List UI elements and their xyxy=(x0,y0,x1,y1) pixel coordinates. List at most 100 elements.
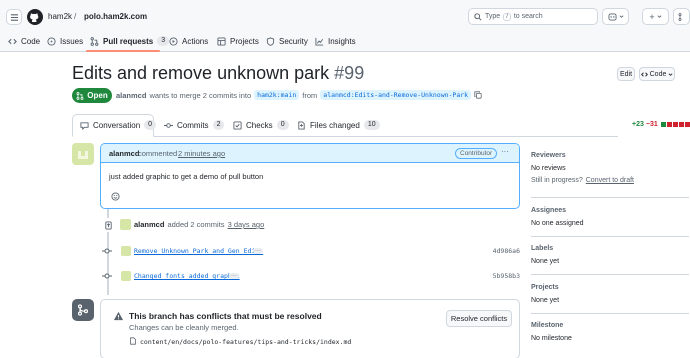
copy-icon[interactable] xyxy=(474,91,482,99)
comment-card: alanmcd commented 2 minutes ago Contribu… xyxy=(100,143,520,209)
commit-expand-button[interactable]: ··· xyxy=(253,248,263,254)
tab-insights[interactable]: Insights xyxy=(315,34,356,48)
hamburger-icon xyxy=(10,13,18,21)
pr-tab-conversation[interactable]: Conversation 0 xyxy=(80,120,157,130)
tab-label: Projects xyxy=(230,36,259,46)
comment-author[interactable]: alanmcd xyxy=(109,149,139,158)
avatar[interactable] xyxy=(121,246,131,256)
merge-text: wants to merge 2 commits into xyxy=(149,90,252,100)
checklist-icon xyxy=(233,120,242,130)
pr-tab-counter: 2 xyxy=(212,120,225,130)
search-suffix: to search xyxy=(513,13,543,20)
merge-subtitle: Changes can be cleanly merged. xyxy=(129,323,239,332)
convert-to-draft-link[interactable]: Convert to draft xyxy=(586,177,634,184)
tab-projects[interactable]: Projects xyxy=(217,34,259,48)
menu-button[interactable] xyxy=(6,9,22,25)
commit-sha[interactable]: 5b958b3 xyxy=(493,272,520,280)
assignees-value: No one assigned xyxy=(531,220,584,227)
pr-tab-checks[interactable]: Checks 0 xyxy=(233,120,289,130)
pull-requests-shortcut-button[interactable] xyxy=(673,8,690,25)
table-icon xyxy=(217,36,226,46)
repo-link[interactable]: polo.ham2k.com xyxy=(84,12,147,21)
commit-row: Changed fonts added graphic ··· 5b958b3 xyxy=(100,269,520,283)
search-input[interactable]: Type / to search xyxy=(468,8,598,25)
add-reaction-button[interactable] xyxy=(109,190,122,203)
commit-message-link[interactable]: Changed fonts added graphic xyxy=(134,272,240,280)
comment-options-button[interactable]: ··· xyxy=(501,147,509,156)
code-dropdown-button[interactable]: Code xyxy=(639,67,675,81)
tab-code[interactable]: Code xyxy=(8,34,40,48)
commit-message-link[interactable]: Remove Unknown Park and Gen Edits xyxy=(134,247,263,255)
event-author[interactable]: alanmcd xyxy=(134,220,164,229)
avatar[interactable] xyxy=(72,143,94,165)
comment-body: just added graphic to get a demo of pull… xyxy=(109,172,264,181)
pr-tab-commits[interactable]: Commits 2 xyxy=(164,120,225,130)
tab-label: Security xyxy=(279,36,308,46)
tab-pull-requests[interactable]: Pull requests 3 xyxy=(90,34,170,48)
pr-tab-label: Files changed xyxy=(310,120,360,130)
copilot-button[interactable] xyxy=(602,8,629,25)
resolve-conflicts-button[interactable]: Resolve conflicts xyxy=(446,310,512,327)
avatar[interactable] xyxy=(121,271,131,281)
owner-link[interactable]: ham2k xyxy=(48,12,72,21)
shield-icon xyxy=(266,36,275,46)
tab-security[interactable]: Security xyxy=(266,34,308,48)
comment-action: commented xyxy=(138,149,178,158)
labels-heading[interactable]: Labels xyxy=(531,245,553,252)
global-header: ham2k / polo.ham2k.com Type / to search … xyxy=(0,0,690,52)
avatar[interactable] xyxy=(120,219,131,230)
issue-icon xyxy=(47,36,56,46)
code-icon xyxy=(640,71,648,77)
commit-expand-button[interactable]: ··· xyxy=(229,273,239,279)
reviewers-value: No reviews xyxy=(531,165,566,172)
commits-event-icon xyxy=(101,218,115,232)
reviewers-heading[interactable]: Reviewers xyxy=(531,152,566,159)
divider xyxy=(531,236,689,237)
create-new-button[interactable]: + xyxy=(642,8,669,25)
merge-title: This branch has conflicts that must be r… xyxy=(129,311,322,321)
head-branch[interactable]: alanmcd:Edits-and-Remove-Unknown-Park xyxy=(320,90,472,100)
selected-tab-indicator xyxy=(86,50,160,52)
pr-author-link[interactable]: alanmcd xyxy=(116,91,146,100)
search-prefix: Type xyxy=(485,13,501,20)
path-separator: / xyxy=(74,12,77,21)
github-logo-icon[interactable] xyxy=(27,9,43,25)
pr-tab-label: Conversation xyxy=(93,120,141,130)
git-merge-icon xyxy=(77,304,89,316)
milestone-heading[interactable]: Milestone xyxy=(531,322,563,329)
commit-sha[interactable]: 4d986a6 xyxy=(493,247,520,255)
file-diff-icon xyxy=(298,120,305,130)
tab-label: Code xyxy=(21,36,41,46)
status-badge: Open xyxy=(72,88,112,103)
diffstat-removed: −31 xyxy=(645,121,658,128)
tab-label: Issues xyxy=(60,36,84,46)
edit-title-button[interactable]: Edit xyxy=(617,67,635,81)
tab-label: Actions xyxy=(182,36,209,46)
base-branch[interactable]: ham2k:main xyxy=(254,90,300,100)
merge-status-icon xyxy=(72,299,94,321)
chevron-down-icon xyxy=(657,15,662,18)
pull-request-icon xyxy=(76,91,84,100)
pull-requests-counter: 3 xyxy=(157,36,170,46)
file-icon xyxy=(130,337,136,345)
tab-issues[interactable]: Issues xyxy=(47,34,83,48)
pr-tab-files-changed[interactable]: Files changed 10 xyxy=(297,120,380,130)
graph-icon xyxy=(315,37,324,46)
pull-request-icon xyxy=(90,36,99,46)
conflict-file-path: content/en/docs/polo-features/tips-and-t… xyxy=(140,338,352,346)
projects-heading[interactable]: Projects xyxy=(531,284,559,291)
labels-value: None yet xyxy=(531,258,560,265)
event-time[interactable]: 3 days ago xyxy=(228,220,265,229)
tab-actions[interactable]: Actions xyxy=(169,34,208,48)
status-label: Open xyxy=(87,91,108,100)
assignees-heading[interactable]: Assignees xyxy=(531,207,566,214)
commit-icon xyxy=(164,122,173,128)
merge-box: This branch has conflicts that must be r… xyxy=(100,299,520,358)
comment-time[interactable]: 2 minutes ago xyxy=(178,149,225,158)
page-title: Edits and remove unknown park #99 xyxy=(72,63,364,84)
pull-request-icon xyxy=(678,12,681,21)
edit-label: Edit xyxy=(619,70,633,78)
draft-prompt: Still in progress? Convert to draft xyxy=(531,177,634,184)
tab-label: Insights xyxy=(328,36,356,46)
code-icon xyxy=(8,38,17,44)
